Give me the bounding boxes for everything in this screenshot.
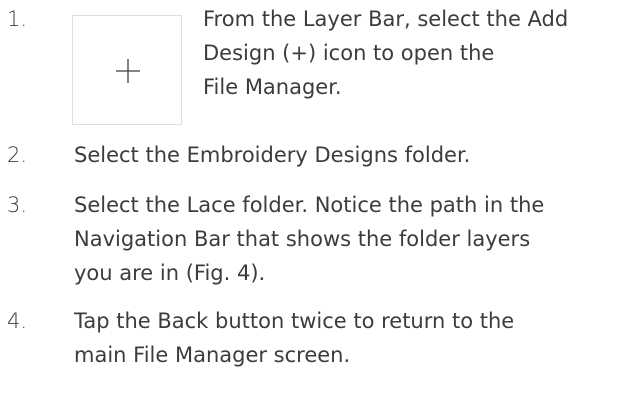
step-line: Select the Embroidery Designs folder. [74, 143, 471, 167]
add-design-icon-box [72, 15, 182, 125]
instruction-step-1: 1. From the Layer Bar, select the Add De… [0, 2, 623, 126]
step-text: Tap the Back button twice to return to t… [74, 304, 619, 372]
step-line: main File Manager screen. [74, 343, 351, 367]
step-line: Tap the Back button twice to return to t… [74, 309, 515, 333]
step-line: File Manager. [203, 75, 342, 99]
instruction-step-2: 2. Select the Embroidery Designs folder. [0, 138, 623, 172]
plus-icon [116, 59, 140, 83]
step-line: Design (+) icon to open the [203, 41, 495, 65]
step-text: Select the Lace folder. Notice the path … [74, 188, 619, 290]
step-line: From the Layer Bar, select the Add [203, 7, 569, 31]
step-line: Select the Lace folder. Notice the path … [74, 193, 545, 217]
step-number: 4. [7, 309, 28, 333]
step-line: you are in (Fig. 4). [74, 261, 266, 285]
step-number: 1. [7, 7, 28, 31]
instruction-step-4: 4. Tap the Back button twice to return t… [0, 304, 623, 372]
step-line: Navigation Bar that shows the folder lay… [74, 227, 531, 251]
instruction-step-3: 3. Select the Lace folder. Notice the pa… [0, 188, 623, 290]
step-number: 2. [7, 143, 28, 167]
step-number: 3. [7, 193, 28, 217]
step-text: Select the Embroidery Designs folder. [74, 138, 619, 172]
step-text: From the Layer Bar, select the Add Desig… [203, 2, 619, 104]
